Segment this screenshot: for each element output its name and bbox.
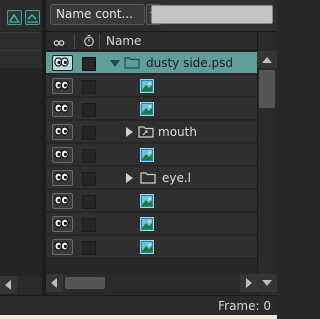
key-toggle-checkbox[interactable] xyxy=(82,57,96,71)
scroll-down-button[interactable] xyxy=(257,274,277,292)
layer-name: mouth xyxy=(158,125,197,139)
layer-row[interactable]: eye.l xyxy=(46,167,257,189)
image-layer-icon xyxy=(140,217,156,232)
visibility-toggle-eyes-icon[interactable] xyxy=(52,78,73,94)
key-toggle-checkbox[interactable] xyxy=(82,195,96,209)
visibility-toggle-eyes-icon[interactable] xyxy=(52,147,73,163)
layer-name: dusty side.psd xyxy=(146,56,233,70)
mesh-tool-icon[interactable] xyxy=(25,10,40,25)
key-toggle-checkbox[interactable] xyxy=(82,149,96,163)
arrow-left-icon xyxy=(5,280,11,290)
key-toggle-checkbox[interactable] xyxy=(82,103,96,117)
stopwatch-icon[interactable] xyxy=(83,34,95,53)
key-toggle-checkbox[interactable] xyxy=(82,172,96,186)
key-toggle-checkbox[interactable] xyxy=(82,80,96,94)
image-layer-icon xyxy=(140,79,156,94)
folder-icon xyxy=(124,55,140,70)
scroll-up-button[interactable] xyxy=(257,51,277,68)
window-edge xyxy=(0,315,277,319)
layer-row[interactable] xyxy=(46,190,257,212)
chevron-right-icon[interactable] xyxy=(126,173,133,183)
image-layer-icon xyxy=(140,240,156,255)
image-layer-icon xyxy=(140,148,156,163)
arrow-down-icon xyxy=(262,280,272,286)
key-toggle-checkbox[interactable] xyxy=(82,218,96,232)
search-input[interactable] xyxy=(151,5,273,24)
layer-row[interactable] xyxy=(46,144,257,166)
visibility-toggle-eyes-icon[interactable] xyxy=(52,101,73,117)
scroll-left-button[interactable] xyxy=(46,274,63,292)
visibility-toggle-eyes-icon[interactable] xyxy=(52,55,73,71)
arrow-right-icon xyxy=(246,278,252,288)
name-column-header[interactable]: Name xyxy=(106,32,141,51)
layer-name: eye.l xyxy=(162,171,192,185)
layer-row[interactable]: mouth xyxy=(46,121,257,143)
status-bar: Frame: 0 xyxy=(0,295,277,315)
layer-list-header: Name xyxy=(46,32,257,51)
left-row xyxy=(0,50,42,68)
key-toggle-checkbox[interactable] xyxy=(82,241,96,255)
arrow-up-icon xyxy=(262,57,272,63)
arrow-left-icon xyxy=(51,278,57,288)
folder-icon xyxy=(140,170,156,185)
chevron-right-icon[interactable] xyxy=(126,127,133,137)
layer-row[interactable] xyxy=(46,75,257,97)
layer-row[interactable] xyxy=(46,236,257,258)
image-layer-icon xyxy=(140,102,156,117)
visibility-toggle-eyes-icon[interactable] xyxy=(52,239,73,255)
left-row xyxy=(0,32,42,50)
visibility-toggle-eyes-icon[interactable] xyxy=(52,170,73,186)
header-divider[interactable] xyxy=(74,34,75,49)
switch-folder-icon xyxy=(138,124,154,139)
layer-row[interactable] xyxy=(46,213,257,235)
clip-tool-icon[interactable] xyxy=(7,10,22,25)
visibility-toggle-eyes-icon[interactable] xyxy=(52,193,73,209)
filter-select[interactable]: Name cont... xyxy=(50,4,145,25)
horizontal-scroll-thumb[interactable] xyxy=(65,277,105,289)
visibility-toggle-eyes-icon[interactable] xyxy=(52,216,73,232)
left-scroll-left-button[interactable] xyxy=(0,276,17,294)
scroll-right-button[interactable] xyxy=(240,274,257,292)
image-layer-icon xyxy=(140,194,156,209)
layer-row[interactable] xyxy=(46,98,257,120)
vertical-scroll-thumb[interactable] xyxy=(259,70,275,108)
layer-row[interactable]: dusty side.psd xyxy=(46,52,257,74)
header-divider[interactable] xyxy=(99,34,100,49)
frame-indicator: Frame: 0 xyxy=(218,299,271,313)
key-toggle-checkbox[interactable] xyxy=(82,126,96,140)
visibility-toggle-eyes-icon[interactable] xyxy=(52,124,73,140)
chevron-down-icon[interactable] xyxy=(110,60,120,67)
